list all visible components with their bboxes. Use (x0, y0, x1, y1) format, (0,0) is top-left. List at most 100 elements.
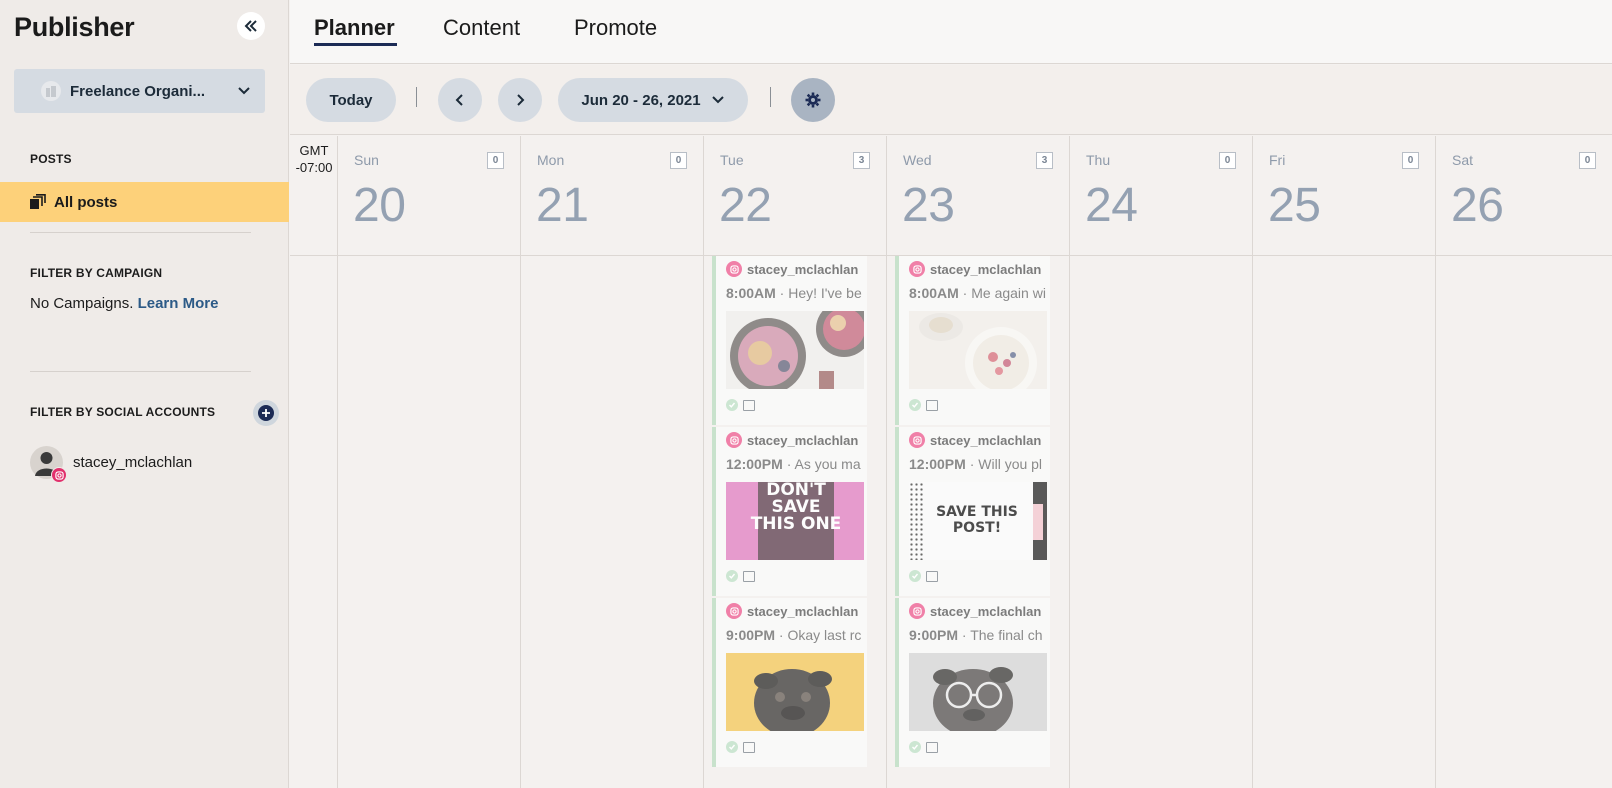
day-column-wed[interactable]: Wed 3 23 stacey_mclachlan 8:00AM · Me ag… (887, 136, 1070, 788)
social-account-item[interactable]: stacey_mclachlan (30, 446, 192, 483)
post-meta: 12:00PM · As you ma (726, 456, 867, 472)
instagram-icon (909, 603, 925, 619)
post-time: 9:00PM (909, 627, 959, 643)
tab-planner[interactable]: Planner (314, 15, 395, 41)
organization-name: Freelance Organi... (70, 82, 206, 100)
tab-content[interactable]: Content (443, 15, 520, 41)
no-campaigns-label: No Campaigns. (30, 295, 134, 312)
previous-week-button[interactable] (438, 78, 482, 122)
check-circle-icon (726, 399, 738, 411)
instagram-icon (726, 432, 742, 448)
settings-button[interactable] (791, 78, 835, 122)
avatar (30, 446, 67, 483)
posts-stack-icon (30, 194, 46, 209)
chevron-down-icon (711, 96, 724, 104)
day-column-thu[interactable]: Thu 0 24 (1070, 136, 1253, 788)
post-footer (726, 570, 755, 582)
campaign-heading: FILTER BY CAMPAIGN (30, 266, 163, 280)
organization-icon (41, 81, 61, 101)
check-circle-icon (726, 570, 738, 582)
gear-icon (805, 92, 821, 108)
post-account: stacey_mclachlan (747, 261, 859, 277)
day-header: Wed 3 23 (887, 136, 1069, 256)
post-footer (909, 570, 938, 582)
day-column-tue[interactable]: Tue 3 22 stacey_mclachlan 8:00AM · Hey! … (704, 136, 887, 788)
chevron-right-icon (517, 94, 525, 106)
post-time: 8:00AM (726, 285, 776, 301)
post-footer (909, 741, 938, 753)
image-icon (926, 399, 938, 411)
post-excerpt: · Okay last rc (775, 627, 862, 643)
post-meta: 8:00AM · Me again wi (909, 285, 1050, 301)
chevron-down-icon (238, 87, 250, 95)
day-number: 20 (353, 179, 406, 232)
separator (770, 87, 771, 107)
day-header: Sun 0 20 (338, 136, 520, 256)
day-name: Mon (537, 152, 565, 168)
timezone-offset: -07:00 (295, 160, 333, 175)
planner-toolbar: Today Jun 20 - 26, 2021 (290, 65, 1612, 135)
posts-heading: POSTS (30, 152, 72, 166)
date-range-label: Jun 20 - 26, 2021 (581, 91, 701, 109)
post-meta: 8:00AM · Hey! I've be (726, 285, 867, 301)
timezone-gmt: GMT (299, 143, 329, 158)
post-account: stacey_mclachlan (930, 261, 1042, 277)
scheduled-post-card[interactable]: stacey_mclachlan 8:00AM · Me again wi (895, 256, 1050, 425)
post-account: stacey_mclachlan (930, 432, 1042, 448)
all-posts-item[interactable]: All posts (0, 182, 289, 222)
post-excerpt: · Will you pl (965, 456, 1043, 472)
day-number: 23 (902, 179, 955, 232)
post-count-badge: 0 (487, 152, 504, 169)
graphic-text: DON'T SAVE THIS ONE (750, 482, 842, 534)
graphic-text: SAVE THIS POST! (936, 504, 1018, 536)
day-column-fri[interactable]: Fri 0 25 (1253, 136, 1436, 788)
learn-more-link[interactable]: Learn More (138, 295, 219, 312)
day-column-mon[interactable]: Mon 0 21 (521, 136, 704, 788)
post-footer (726, 741, 755, 753)
post-image-yogurt-bowl (909, 311, 1047, 389)
plus-circle-icon (258, 405, 274, 421)
post-count-badge: 0 (1402, 152, 1419, 169)
week-calendar: GMT -07:00 Sun 0 20 Mon 0 21 Tue 3 22 st… (290, 136, 1612, 788)
date-range-selector[interactable]: Jun 20 - 26, 2021 (558, 78, 748, 122)
post-header: stacey_mclachlan (909, 261, 1041, 277)
scheduled-post-card[interactable]: stacey_mclachlan 12:00PM · As you ma DON… (712, 427, 867, 596)
post-excerpt: · As you ma (782, 456, 861, 472)
scheduled-post-card[interactable]: stacey_mclachlan 9:00PM · Okay last rc (712, 598, 867, 767)
post-meta: 12:00PM · Will you pl (909, 456, 1050, 472)
day-header: Sat 0 26 (1436, 136, 1612, 256)
tab-promote[interactable]: Promote (574, 15, 657, 41)
day-header: Thu 0 24 (1070, 136, 1252, 256)
add-social-account-button[interactable] (253, 400, 279, 426)
next-week-button[interactable] (498, 78, 542, 122)
sidebar: Publisher Freelance Organi... POSTS All … (0, 0, 289, 788)
post-account: stacey_mclachlan (747, 432, 859, 448)
organization-selector[interactable]: Freelance Organi... (14, 69, 265, 113)
scheduled-post-card[interactable]: stacey_mclachlan 9:00PM · The final ch (895, 598, 1050, 767)
day-name: Thu (1086, 152, 1111, 168)
post-count-badge: 0 (1579, 152, 1596, 169)
collapse-sidebar-button[interactable] (237, 12, 265, 40)
dot-pattern (909, 482, 923, 560)
image-icon (743, 570, 755, 582)
scheduled-post-card[interactable]: stacey_mclachlan 8:00AM · Hey! I've be (712, 256, 867, 425)
day-name: Sat (1452, 152, 1474, 168)
post-footer (909, 399, 938, 411)
check-circle-icon (909, 399, 921, 411)
day-column-sat[interactable]: Sat 0 26 (1436, 136, 1612, 788)
check-circle-icon (726, 741, 738, 753)
scheduled-post-card[interactable]: stacey_mclachlan 12:00PM · Will you pl S… (895, 427, 1050, 596)
divider (30, 232, 251, 233)
today-button[interactable]: Today (306, 78, 396, 122)
separator (416, 87, 417, 107)
post-time: 12:00PM (726, 456, 783, 472)
post-header: stacey_mclachlan (726, 261, 858, 277)
post-header: stacey_mclachlan (909, 432, 1041, 448)
day-column-sun[interactable]: Sun 0 20 (338, 136, 521, 788)
no-campaigns-text: No Campaigns. Learn More (30, 295, 218, 312)
check-circle-icon (909, 741, 921, 753)
post-count-badge: 3 (853, 152, 870, 169)
image-icon (743, 741, 755, 753)
day-header: Fri 0 25 (1253, 136, 1435, 256)
post-meta: 9:00PM · Okay last rc (726, 627, 867, 643)
